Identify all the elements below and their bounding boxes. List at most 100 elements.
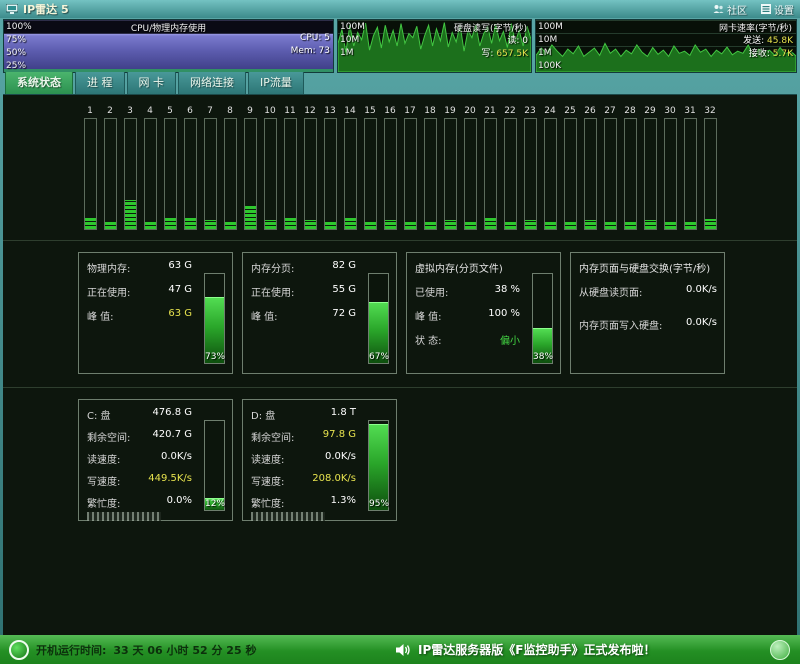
disk-write-readout: 写: 657.5K <box>481 46 528 59</box>
core-number: 9 <box>247 105 253 118</box>
core-number: 28 <box>624 105 635 118</box>
core-number: 25 <box>564 105 575 118</box>
core-usage-bar <box>144 118 157 230</box>
core-cell: 9 <box>240 105 260 230</box>
core-cell: 21 <box>480 105 500 230</box>
core-usage-bar <box>84 118 97 230</box>
core-cell: 31 <box>680 105 700 230</box>
core-usage-bar <box>384 118 397 230</box>
core-usage-bar <box>584 118 597 230</box>
core-usage-bar <box>204 118 217 230</box>
disk-read-readout: 读: 0 <box>507 33 528 46</box>
cpu-chart-title: CPU/物理内存使用 <box>4 21 333 34</box>
community-button[interactable]: 社区 <box>713 2 747 17</box>
physical-memory-gauge: 73% <box>204 273 225 364</box>
core-number: 1 <box>87 105 93 118</box>
settings-button[interactable]: 设置 <box>761 2 794 17</box>
core-number: 29 <box>644 105 655 118</box>
tab-network-card[interactable]: 网 卡 <box>127 70 177 94</box>
uptime-value: 33 天 06 小时 52 分 25 秒 <box>113 642 256 658</box>
core-usage-bar <box>464 118 477 230</box>
core-cell: 8 <box>220 105 240 230</box>
core-usage-bar <box>424 118 437 230</box>
core-usage-bar <box>304 118 317 230</box>
virtual-memory-gauge: 38% <box>532 273 553 364</box>
tab-ip-traffic[interactable]: IP流量 <box>248 70 304 94</box>
core-cell: 26 <box>580 105 600 230</box>
drive-c-gauge: 12% <box>204 420 225 511</box>
core-number: 18 <box>424 105 435 118</box>
core-usage-bar <box>564 118 577 230</box>
core-number: 26 <box>584 105 595 118</box>
core-cell: 27 <box>600 105 620 230</box>
announcement-group: IP雷达服务器版《F监控助手》正式发布啦！ <box>396 635 655 664</box>
core-cell: 16 <box>380 105 400 230</box>
core-usage-bar <box>104 118 117 230</box>
virtual-memory-panel: 虚拟内存(分页文件) 已使用:38 % 峰 值:100 % 状 态:偏小 38% <box>406 252 561 374</box>
status-right-icon[interactable] <box>770 640 790 660</box>
core-number: 8 <box>227 105 233 118</box>
core-number: 17 <box>404 105 415 118</box>
core-usage-bar <box>704 118 717 230</box>
busy-meter <box>251 512 325 521</box>
cpu-memory-chart: 100% 75% 50% 25% CPU/物理内存使用 CPU: 5 Mem: … <box>3 19 334 73</box>
drive-c-panel: C: 盘476.8 G 剩余空间:420.7 G 读速度:0.0K/s 写速度:… <box>78 399 233 521</box>
core-number: 4 <box>147 105 153 118</box>
core-number: 16 <box>384 105 395 118</box>
cpu-usage-band <box>4 69 333 72</box>
tab-network-connections[interactable]: 网络连接 <box>178 70 246 94</box>
core-cell: 24 <box>540 105 560 230</box>
core-number: 15 <box>364 105 375 118</box>
core-usage-bar <box>604 118 617 230</box>
community-icon <box>713 4 724 14</box>
core-usage-bar <box>504 118 517 230</box>
core-usage-bar <box>404 118 417 230</box>
core-number: 13 <box>324 105 335 118</box>
core-usage-bar <box>664 118 677 230</box>
core-usage-bar <box>444 118 457 230</box>
core-cell: 29 <box>640 105 660 230</box>
core-usage-bar <box>624 118 637 230</box>
core-number: 10 <box>264 105 275 118</box>
core-cell: 32 <box>700 105 720 230</box>
core-number: 11 <box>284 105 295 118</box>
core-number: 21 <box>484 105 495 118</box>
cpu-readout: CPU: 5 <box>300 33 330 43</box>
core-usage-bar <box>484 118 497 230</box>
core-usage-bar <box>184 118 197 230</box>
core-number: 19 <box>444 105 455 118</box>
cpu-cores: 1234567891011121314151617181920212223242… <box>3 95 797 241</box>
core-cell: 3 <box>120 105 140 230</box>
core-cell: 10 <box>260 105 280 230</box>
core-number: 3 <box>127 105 133 118</box>
core-cell: 4 <box>140 105 160 230</box>
core-usage-bar <box>124 118 137 230</box>
tab-system-status[interactable]: 系统状态 <box>5 70 73 94</box>
core-cell: 1 <box>80 105 100 230</box>
core-number: 14 <box>344 105 355 118</box>
core-usage-bar <box>324 118 337 230</box>
core-number: 24 <box>544 105 555 118</box>
core-number: 6 <box>187 105 193 118</box>
top-charts-row: 100% 75% 50% 25% CPU/物理内存使用 CPU: 5 Mem: … <box>3 19 797 73</box>
core-cell: 23 <box>520 105 540 230</box>
net-recv-readout: 接收: 5.7K <box>749 46 793 59</box>
memory-panels-row: 物理内存:63 G 正在使用:47 G 峰 值:63 G 73% 内存分页:82… <box>3 241 797 388</box>
core-cell: 30 <box>660 105 680 230</box>
core-usage-bar <box>644 118 657 230</box>
uptime-label: 开机运行时间: <box>36 642 106 658</box>
core-cell: 14 <box>340 105 360 230</box>
core-cell: 22 <box>500 105 520 230</box>
core-cell: 7 <box>200 105 220 230</box>
announcement-text[interactable]: IP雷达服务器版《F监控助手》正式发布啦！ <box>418 641 655 658</box>
core-number: 5 <box>167 105 173 118</box>
core-cell: 28 <box>620 105 640 230</box>
core-cell: 12 <box>300 105 320 230</box>
core-cell: 11 <box>280 105 300 230</box>
core-usage-bar <box>344 118 357 230</box>
core-number: 27 <box>604 105 615 118</box>
core-number: 30 <box>664 105 675 118</box>
tab-processes[interactable]: 进 程 <box>75 70 125 94</box>
settings-icon <box>761 4 771 14</box>
memory-paging-gauge: 67% <box>368 273 389 364</box>
